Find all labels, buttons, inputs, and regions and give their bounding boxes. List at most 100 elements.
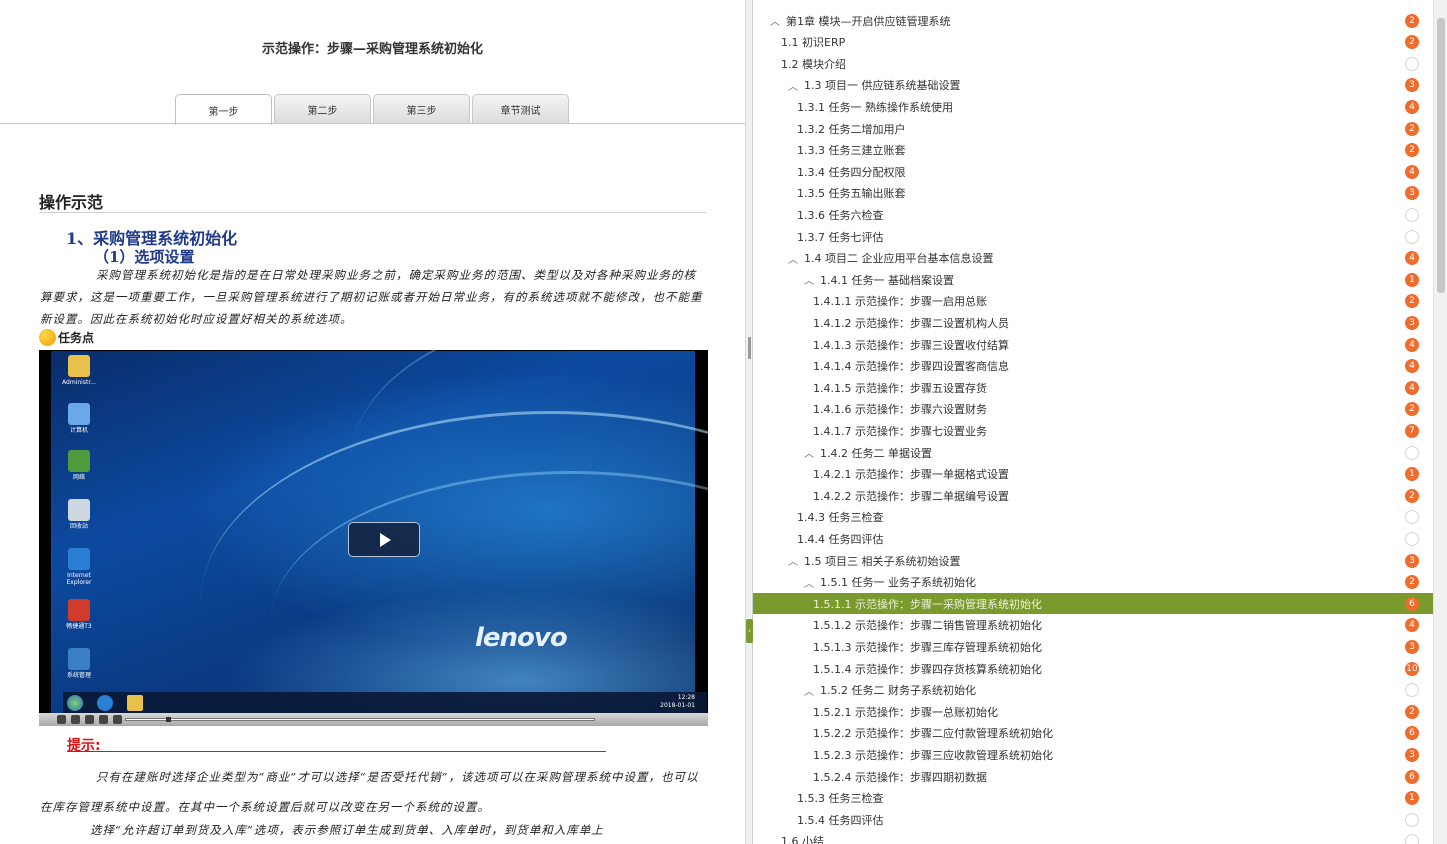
toc-item[interactable]: 1.5.1.4 示范操作：步骤四存货核算系统初始化 10 — [753, 658, 1433, 679]
toc-item-badge: 2 — [1405, 402, 1419, 417]
desktop-icon: 网络 — [61, 450, 97, 481]
toc-item-badge: 1 — [1405, 272, 1419, 287]
toc-item[interactable]: 1.5.4 任务四评估 — [753, 809, 1433, 830]
video-player[interactable]: Administr... 计算机 网络 回收站 Internet Explorer 畅捷通… — [39, 350, 708, 726]
desktop-icon-label: 网络 — [72, 474, 85, 481]
toc-item[interactable]: ︿ 第1章 模块—开启供应链管理系统 2 — [753, 10, 1433, 31]
toc-item[interactable]: 1.4.3 任务三检查 — [753, 507, 1433, 528]
toc-item[interactable]: 1.4.1.7 示范操作：步骤七设置业务 7 — [753, 420, 1433, 441]
play-button[interactable] — [348, 522, 420, 557]
toc-item[interactable]: ︿ 1.5.1 任务一 业务子系统初始化 2 — [753, 572, 1433, 593]
toc-item[interactable]: 1.5.3 任务三检查 1 — [753, 788, 1433, 809]
toc-item[interactable]: 1.5.1.2 示范操作：步骤二销售管理系统初始化 4 — [753, 615, 1433, 636]
app-icon — [68, 599, 90, 621]
toc-item[interactable]: 1.5.1.3 示范操作：步骤三库存管理系统初始化 3 — [753, 636, 1433, 657]
toc-scrollbar[interactable] — [1433, 0, 1447, 844]
toc-item[interactable]: 1.3.7 任务七评估 — [753, 226, 1433, 247]
toc-item[interactable]: 1.4.1.2 示范操作：步骤二设置机构人员 3 — [753, 312, 1433, 333]
toc-item[interactable]: 1.4.1.6 示范操作：步骤六设置财务 2 — [753, 399, 1433, 420]
toc-item[interactable]: ︿ 1.4.2 任务二 单据设置 — [753, 442, 1433, 463]
video-progress-bar[interactable] — [125, 717, 595, 722]
content-pane: 示范操作：步骤—采购管理系统初始化 第一步 第二步 第三步 章节测试 操作示范 … — [0, 0, 745, 844]
toc-item-label: 1.5.1.1 示范操作：步骤一采购管理系统初始化 — [813, 597, 1042, 611]
forward-icon[interactable] — [99, 715, 108, 724]
paragraph-tip-2: 选择“允许超订单到货及入库”选项，表示参照订单生成到货单、入库单时，到货单和入库… — [90, 823, 604, 837]
toc-item[interactable]: ︿ 1.5 项目三 相关子系统初始设置 3 — [753, 550, 1433, 571]
toc-item-badge: 2 — [1405, 143, 1419, 158]
ie-taskbar-icon — [97, 695, 113, 711]
toc-item-badge: 1 — [1405, 467, 1419, 482]
toc-item[interactable]: 1.2 模块介绍 — [753, 53, 1433, 74]
toc-item[interactable]: 1.3.2 任务二增加用户 2 — [753, 118, 1433, 139]
rewind-icon[interactable] — [85, 715, 94, 724]
toc-item[interactable]: 1.5.2.2 示范操作：步骤二应付款管理系统初始化 6 — [753, 723, 1433, 744]
desktop-icon: 系统管理 — [61, 648, 97, 679]
toc-item[interactable]: 1.3.5 任务五输出账套 3 — [753, 183, 1433, 204]
explorer-taskbar-icon — [127, 695, 143, 711]
toc-item[interactable]: 1.5.1.1 示范操作：步骤一采购管理系统初始化 6 — [753, 593, 1433, 615]
toc-item[interactable]: 1.4.1.3 示范操作：步骤三设置收付结算 4 — [753, 334, 1433, 355]
toc-item[interactable]: 1.4.1.1 示范操作：步骤一启用总账 2 — [753, 291, 1433, 312]
toc-item-label: 第1章 模块—开启供应链管理系统 — [786, 14, 951, 28]
pause-icon[interactable] — [57, 715, 66, 724]
collapse-chevron-icon[interactable]: ︿ — [803, 445, 815, 460]
tab-chapter-test[interactable]: 章节测试 — [472, 94, 569, 124]
chapter-toc: ︿ 第1章 模块—开启供应链管理系统 2 1.1 初识ERP 2 1.2 模块介绍 ︿ 1.3… — [753, 0, 1433, 844]
toc-item-label: 1.4 项目二 企业应用平台基本信息设置 — [804, 252, 994, 266]
collapse-chevron-icon[interactable]: ︿ — [769, 13, 781, 28]
collapse-chevron-icon[interactable]: ︿ — [803, 683, 815, 698]
toc-item-label: 1.4.1.7 示范操作：步骤七设置业务 — [813, 424, 987, 438]
toc-item-badge: 2 — [1405, 704, 1419, 719]
toc-item-label: 1.4.1.1 示范操作：步骤一启用总账 — [813, 295, 987, 309]
toc-item[interactable]: 1.1 初识ERP 2 — [753, 32, 1433, 53]
toc-item[interactable]: 1.3.3 任务三建立账套 2 — [753, 140, 1433, 161]
tab-step-2[interactable]: 第二步 — [274, 94, 371, 124]
toc-item-label: 1.2 模块介绍 — [781, 57, 846, 71]
toc-item[interactable]: 1.6 小结 — [753, 831, 1433, 844]
system-manage-icon — [68, 648, 90, 670]
tab-step-3[interactable]: 第三步 — [373, 94, 470, 124]
progress-knob[interactable] — [166, 717, 171, 722]
collapse-chevron-icon[interactable]: ︿ — [803, 272, 815, 287]
toc-scrollbar-thumb[interactable] — [1437, 18, 1445, 293]
tab-step-1[interactable]: 第一步 — [175, 94, 272, 125]
toc-item[interactable]: 1.5.2.1 示范操作：步骤一总账初始化 2 — [753, 701, 1433, 722]
toc-item[interactable]: ︿ 1.4.1 任务一 基础档案设置 1 — [753, 269, 1433, 290]
taskbar: 12:28 2018-01-01 — [63, 692, 707, 714]
paragraph-tip-1: 只有在建账时选择企业类型为“商业”才可以选择“是否受托代销”，该选项可以在采购管… — [40, 770, 699, 814]
video-frame: Administr... 计算机 网络 回收站 Internet Explorer 畅捷通… — [51, 351, 708, 714]
collapse-chevron-icon[interactable]: ︿ — [803, 575, 815, 590]
toc-item-label: 1.6 小结 — [781, 835, 824, 844]
pane-splitter[interactable]: ‹ — [745, 0, 753, 844]
toc-item[interactable]: 1.4.1.5 示范操作：步骤五设置存货 4 — [753, 377, 1433, 398]
stop-icon[interactable] — [71, 715, 80, 724]
desktop-icon: 畅捷通T3 — [61, 599, 97, 630]
toc-item[interactable]: 1.4.2.2 示范操作：步骤二单据编号设置 2 — [753, 485, 1433, 506]
toc-item[interactable]: 1.3.4 任务四分配权限 4 — [753, 161, 1433, 182]
toc-item[interactable]: 1.3.6 任务六检查 — [753, 204, 1433, 225]
collapse-chevron-icon[interactable]: ︿ — [787, 251, 799, 266]
task-point: 任务点 — [39, 329, 94, 346]
toc-item-badge: 6 — [1405, 726, 1419, 741]
toc-item[interactable]: 1.5.2.4 示范操作：步骤四期初数据 6 — [753, 766, 1433, 787]
toc-item[interactable]: 1.4.1.4 示范操作：步骤四设置客商信息 4 — [753, 356, 1433, 377]
splitter-grip[interactable] — [748, 337, 751, 359]
desktop-icon-label: 计算机 — [69, 427, 88, 434]
end-icon[interactable] — [113, 715, 122, 724]
toc-item-badge: 2 — [1405, 13, 1419, 28]
toc-item[interactable]: 1.5.2.3 示范操作：步骤三应收款管理系统初始化 3 — [753, 744, 1433, 765]
toc-item-badge: 3 — [1405, 186, 1419, 201]
toc-item[interactable]: ︿ 1.5.2 任务二 财务子系统初始化 — [753, 680, 1433, 701]
toc-item[interactable]: 1.3.1 任务一 熟练操作系统使用 4 — [753, 96, 1433, 117]
toc-item[interactable]: ︿ 1.4 项目二 企业应用平台基本信息设置 4 — [753, 248, 1433, 269]
toc-item[interactable]: 1.4.4 任务四评估 — [753, 528, 1433, 549]
collapse-handle-icon[interactable]: ‹ — [746, 619, 753, 643]
toc-item-badge — [1405, 445, 1419, 460]
collapse-chevron-icon[interactable]: ︿ — [787, 553, 799, 568]
toc-item-label: 1.4.1.4 示范操作：步骤四设置客商信息 — [813, 360, 1009, 374]
toc-item[interactable]: ︿ 1.3 项目一 供应链系统基础设置 3 — [753, 75, 1433, 96]
toc-item[interactable]: 1.4.2.1 示范操作：步骤一单据格式设置 1 — [753, 464, 1433, 485]
start-button-icon — [67, 695, 83, 711]
toc-item-badge — [1405, 812, 1419, 827]
collapse-chevron-icon[interactable]: ︿ — [787, 78, 799, 93]
